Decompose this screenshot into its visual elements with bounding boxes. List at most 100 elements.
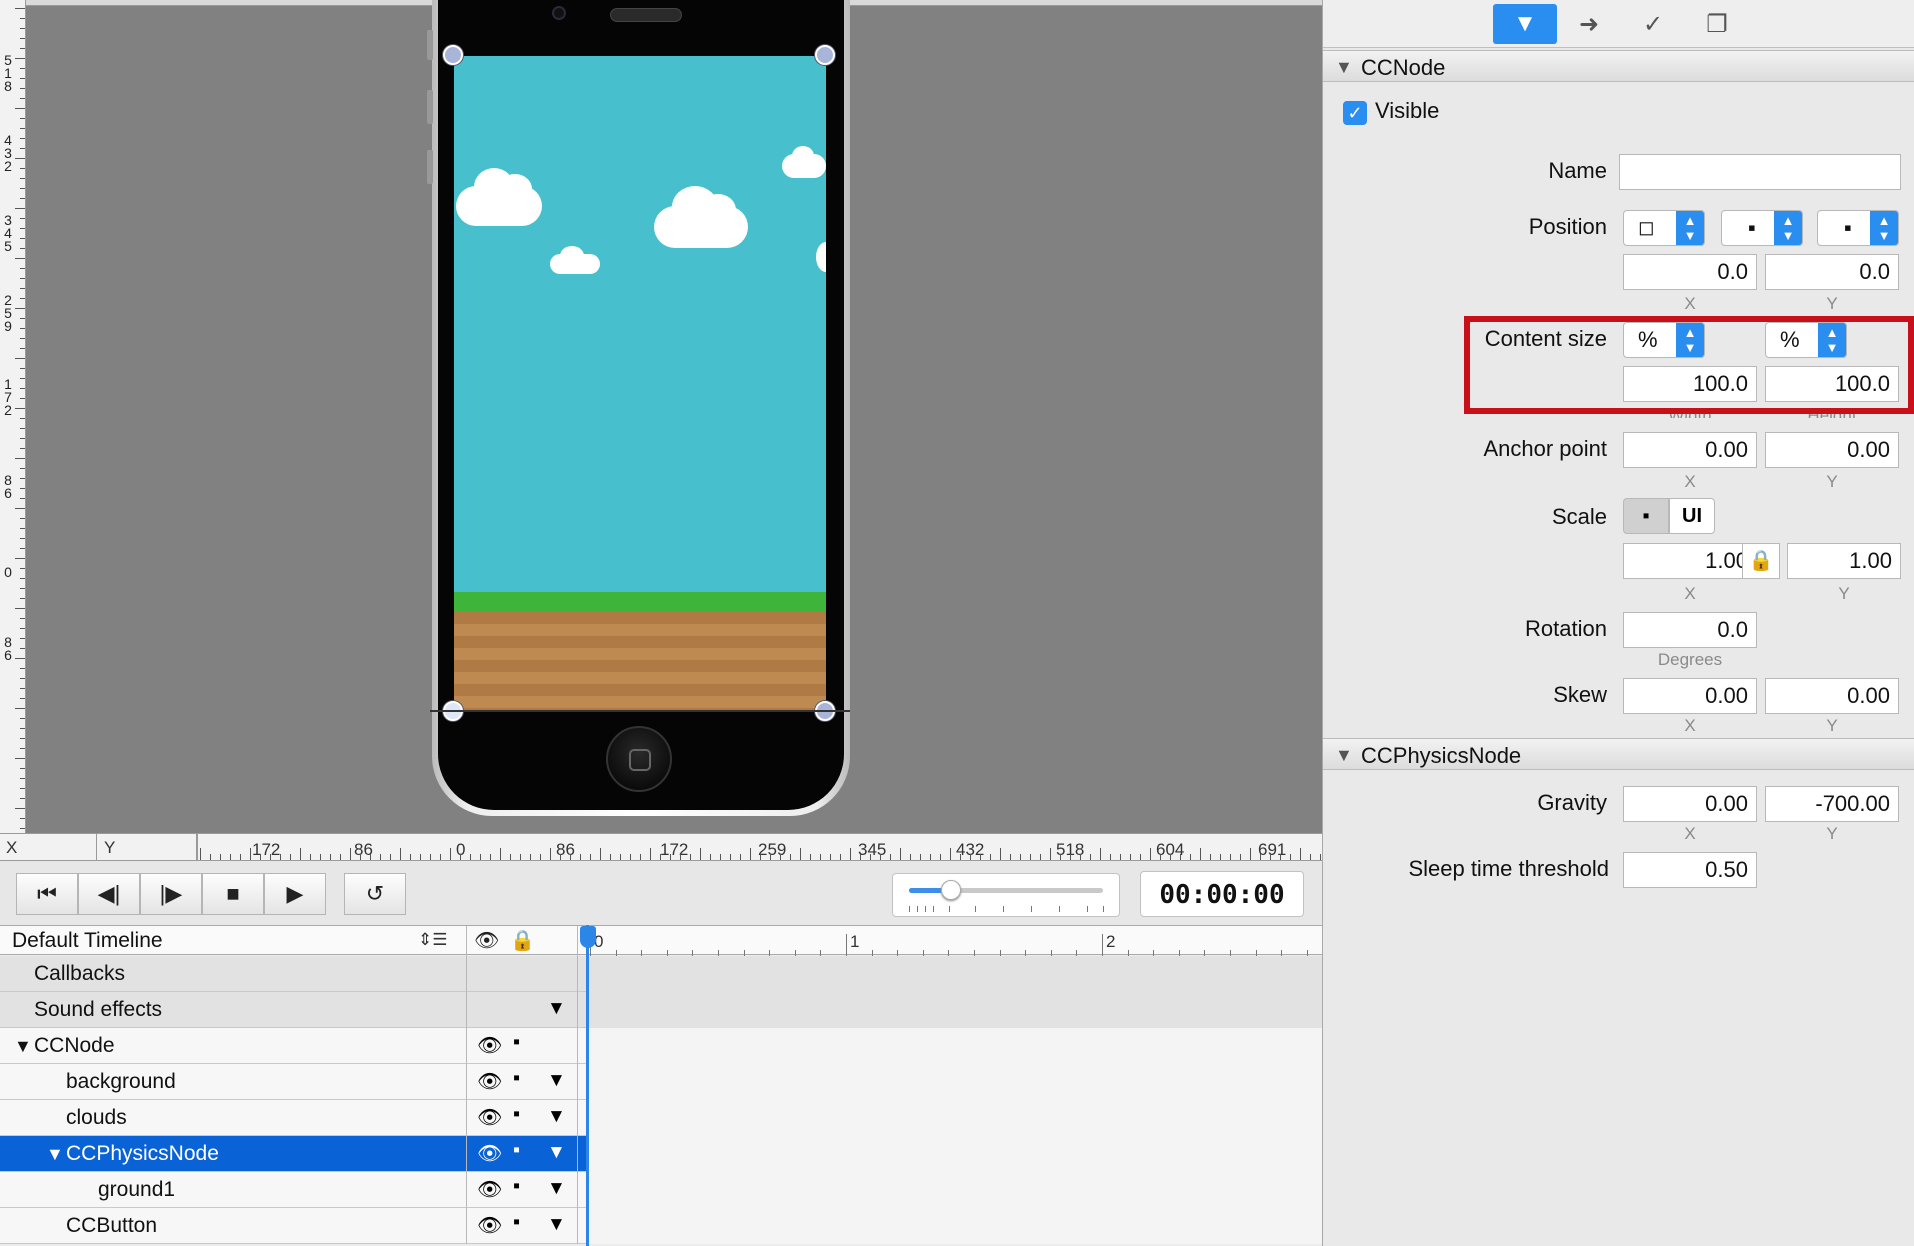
horizontal-ruler-label: 691 bbox=[1258, 840, 1287, 859]
anchor-y-field[interactable]: 0.00 bbox=[1765, 432, 1899, 468]
ruler-tick bbox=[20, 48, 25, 49]
keyframe-track[interactable] bbox=[588, 1100, 1322, 1136]
ccnode-section-header[interactable]: ▼ CCNode bbox=[1323, 50, 1914, 82]
ruler-tick bbox=[520, 854, 521, 860]
timeline-row[interactable]: Callbacks bbox=[0, 956, 1322, 992]
gravity-y-field[interactable]: -700.00 bbox=[1765, 786, 1899, 822]
selection-handle[interactable] bbox=[815, 45, 835, 65]
anchor-x-field[interactable]: 0.00 bbox=[1623, 432, 1757, 468]
scale-points-toggle[interactable]: ▪ bbox=[1623, 498, 1669, 534]
timeline-row[interactable]: CCButton 👁 ▪ ▼ bbox=[0, 1208, 1322, 1244]
scale-y-field[interactable]: 1.00 bbox=[1787, 543, 1901, 579]
playback-toolbar: ⏮ ◀​| |▶ ■ ▶ ↺ 00:00:00 bbox=[0, 861, 1322, 925]
tab-node-properties[interactable]: ▼ bbox=[1493, 4, 1557, 44]
ccphysicsnode-section-header[interactable]: ▼ CCPhysicsNode bbox=[1323, 738, 1914, 770]
ruler-tick bbox=[270, 854, 271, 860]
keyframe-track[interactable] bbox=[588, 1172, 1322, 1208]
property-menu-icon[interactable]: ▼ bbox=[547, 1178, 566, 1200]
rotation-field[interactable]: 0.0 bbox=[1623, 612, 1757, 648]
sleep-time-threshold-field[interactable]: 0.50 bbox=[1623, 852, 1757, 888]
timeline-row[interactable]: ground1 👁 ▪ ▼ bbox=[0, 1172, 1322, 1208]
play-button[interactable]: ▶ bbox=[264, 873, 326, 915]
ruler-tick bbox=[20, 198, 25, 199]
timeline-ruler-label: 1 bbox=[850, 932, 860, 951]
tab-physics[interactable]: ✓ bbox=[1621, 4, 1685, 44]
disclosure-triangle-icon[interactable]: ▼ bbox=[46, 1144, 64, 1165]
keyframe-track[interactable] bbox=[588, 992, 1322, 1028]
ruler-tick bbox=[840, 854, 841, 860]
timeline-row[interactable]: clouds 👁 ▪ ▼ bbox=[0, 1100, 1322, 1136]
position-y-field[interactable]: 0.0 bbox=[1765, 254, 1899, 290]
disclosure-triangle-icon[interactable]: ▼ bbox=[14, 1036, 32, 1057]
stop-button[interactable]: ■ bbox=[202, 873, 264, 915]
lock-toggle-icon[interactable]: ▪ bbox=[513, 1139, 520, 1162]
ruler-tick bbox=[20, 178, 25, 179]
position-x-unit-select[interactable]: ▪ ▲ ▼ bbox=[1721, 210, 1803, 246]
ruler-tick bbox=[20, 188, 25, 189]
eye-icon[interactable]: 👁 bbox=[477, 1105, 502, 1130]
visible-checkbox[interactable]: ✓ bbox=[1343, 101, 1367, 125]
ruler-tick bbox=[15, 158, 25, 159]
position-x-field[interactable]: 0.0 bbox=[1623, 254, 1757, 290]
scale-lock-button[interactable]: 🔒 bbox=[1742, 543, 1780, 579]
ruler-tick bbox=[20, 578, 25, 579]
keyframe-track[interactable] bbox=[588, 1136, 1322, 1172]
lock-toggle-icon[interactable]: ▪ bbox=[513, 1031, 520, 1054]
scene-preview[interactable] bbox=[454, 56, 826, 712]
keyframe-track[interactable] bbox=[588, 1208, 1322, 1244]
timeline-row[interactable]: CCNode ▼ 👁 ▪ bbox=[0, 1028, 1322, 1064]
eye-icon[interactable]: 👁 bbox=[477, 1213, 502, 1238]
property-menu-icon[interactable]: ▼ bbox=[547, 1142, 566, 1164]
horizontal-ruler-label: 86 bbox=[556, 840, 575, 859]
skip-to-start-button[interactable]: ⏮ bbox=[16, 873, 78, 915]
playhead[interactable] bbox=[586, 925, 589, 1246]
timeline-zoom-slider[interactable] bbox=[892, 873, 1120, 917]
lock-toggle-icon[interactable]: ▪ bbox=[513, 1067, 520, 1090]
timeline-row[interactable]: CCPhysicsNode ▼ 👁 ▪ ▼ bbox=[0, 1136, 1322, 1172]
slider-knob[interactable] bbox=[941, 880, 961, 900]
ruler-tick bbox=[20, 628, 25, 629]
keyframe-track[interactable] bbox=[588, 956, 1322, 992]
selection-handle[interactable] bbox=[443, 45, 463, 65]
property-menu-icon[interactable]: ▼ bbox=[547, 1214, 566, 1236]
lock-toggle-icon[interactable]: ▪ bbox=[513, 1175, 520, 1198]
ruler-tick bbox=[1270, 854, 1271, 860]
keyframe-track[interactable] bbox=[588, 1028, 1322, 1064]
timeline-row[interactable]: Sound effects ▼ bbox=[0, 992, 1322, 1028]
ruler-tick bbox=[15, 458, 25, 459]
ruler-tick bbox=[1310, 854, 1311, 860]
eye-icon[interactable]: 👁 bbox=[477, 1069, 502, 1094]
step-forward-button[interactable]: |▶ bbox=[140, 873, 202, 915]
ruler-tick bbox=[20, 378, 25, 379]
position-reference-corner-select[interactable]: ◻ ▲ ▼ bbox=[1623, 210, 1705, 246]
tab-code-connections[interactable]: ➜ bbox=[1557, 4, 1621, 44]
name-field[interactable] bbox=[1619, 154, 1901, 190]
scale-x-field[interactable]: 1.00 bbox=[1623, 543, 1757, 579]
timeline-row[interactable]: background 👁 ▪ ▼ bbox=[0, 1064, 1322, 1100]
property-menu-icon[interactable]: ▼ bbox=[547, 1106, 566, 1128]
ruler-tick bbox=[210, 854, 211, 860]
timeline-chooser-icon[interactable]: ⇕☰ bbox=[418, 930, 447, 950]
eye-icon[interactable]: 👁 bbox=[477, 1141, 502, 1166]
ruler-tick bbox=[15, 758, 25, 759]
scale-ui-toggle[interactable]: UI bbox=[1669, 498, 1715, 534]
stage-canvas[interactable]: 518 432 345 259 172 86 0 86 bbox=[0, 0, 1322, 833]
property-menu-icon[interactable]: ▼ bbox=[547, 1070, 566, 1092]
lock-toggle-icon[interactable]: ▪ bbox=[513, 1211, 520, 1234]
ruler-tick bbox=[20, 728, 25, 729]
step-back-button[interactable]: ◀​| bbox=[78, 873, 140, 915]
lock-icon: 🔒 bbox=[510, 930, 535, 952]
position-y-unit-select[interactable]: ▪ ▲ ▼ bbox=[1817, 210, 1899, 246]
lock-toggle-icon[interactable]: ▪ bbox=[513, 1103, 520, 1126]
disclosure-triangle-icon: ▼ bbox=[1335, 57, 1353, 77]
property-menu-icon[interactable]: ▼ bbox=[547, 998, 566, 1020]
eye-icon[interactable]: 👁 bbox=[477, 1177, 502, 1202]
tab-templates[interactable]: ❐ bbox=[1685, 4, 1749, 44]
ruler-tick bbox=[20, 298, 25, 299]
gravity-x-field[interactable]: 0.00 bbox=[1623, 786, 1757, 822]
keyframe-track[interactable] bbox=[588, 1064, 1322, 1100]
skew-x-field[interactable]: 0.00 bbox=[1623, 678, 1757, 714]
eye-icon[interactable]: 👁 bbox=[477, 1033, 502, 1058]
loop-button[interactable]: ↺ bbox=[344, 873, 406, 915]
skew-y-field[interactable]: 0.00 bbox=[1765, 678, 1899, 714]
